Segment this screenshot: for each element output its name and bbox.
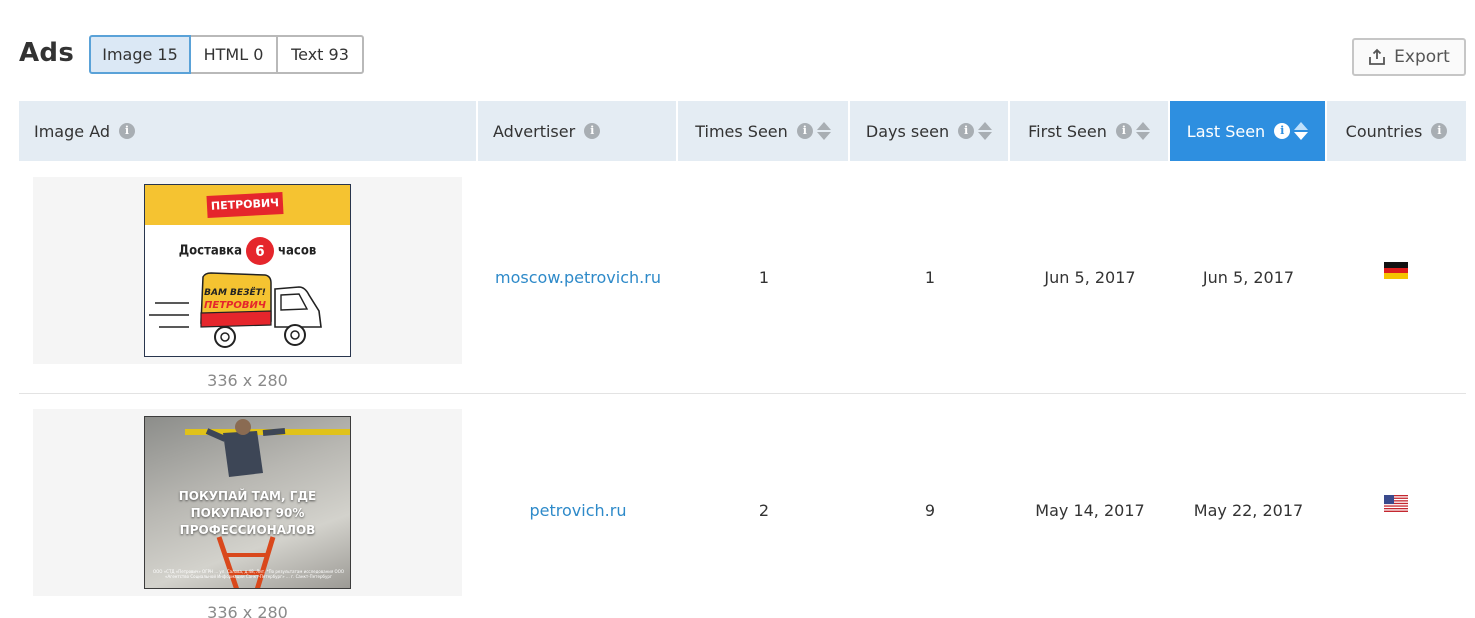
- svg-text:ВАМ ВЕЗЁТ!: ВАМ ВЕЗЁТ!: [204, 287, 266, 298]
- column-label: Days seen: [865, 121, 950, 141]
- tab-image[interactable]: Image 15: [89, 35, 191, 74]
- first-seen-value: May 14, 2017: [1035, 501, 1145, 520]
- column-header-countries: Countries i: [1327, 101, 1466, 161]
- info-icon[interactable]: i: [119, 123, 136, 139]
- ad-image[interactable]: ПОКУПАЙ ТАМ, ГДЕ ПОКУПАЮТ 90% ПРОФЕССИОН…: [144, 416, 351, 589]
- column-label: Advertiser: [493, 121, 576, 141]
- column-header-times-seen[interactable]: Times Seen i: [678, 101, 850, 161]
- info-icon[interactable]: i: [796, 123, 813, 139]
- column-header-days-seen[interactable]: Days seen i: [850, 101, 1010, 161]
- sort-icon[interactable]: [978, 121, 993, 141]
- column-header-image-ad: Image Ad i: [19, 101, 478, 161]
- last-seen-value: Jun 5, 2017: [1202, 268, 1295, 287]
- table-row: ПОКУПАЙ ТАМ, ГДЕ ПОКУПАЮТ 90% ПРОФЕССИОН…: [19, 395, 1466, 618]
- first-seen-value: Jun 5, 2017: [1044, 268, 1136, 287]
- column-header-first-seen[interactable]: First Seen i: [1010, 101, 1170, 161]
- table-row: ПЕТРОВИЧ Доставка 6 часов ВАМ ВЕЗЁТ! ПЕТРО…: [19, 161, 1466, 394]
- column-label: Image Ad: [34, 121, 111, 141]
- advertiser-link[interactable]: moscow.petrovich.ru: [478, 268, 678, 287]
- ad-caption: ПОКУПАЙ ТАМ, ГДЕ ПОКУПАЮТ 90% ПРОФЕССИОН…: [178, 489, 317, 537]
- ad-headline: Доставка 6 часов: [145, 237, 350, 265]
- export-icon: [1369, 48, 1386, 65]
- column-label: Last Seen: [1186, 121, 1266, 141]
- usa-flag-icon: [1384, 495, 1408, 512]
- info-icon[interactable]: i: [1274, 123, 1291, 139]
- ad-logo: ПЕТРОВИЧ: [206, 192, 284, 218]
- delivery-truck-icon: ВАМ ВЕЗЁТ! ПЕТРОВИЧ: [149, 272, 322, 348]
- tab-html[interactable]: HTML 0: [189, 35, 278, 74]
- ad-type-tabs: Image 15 HTML 0 Text 93: [89, 35, 364, 74]
- svg-text:ПЕТРОВИЧ: ПЕТРОВИЧ: [204, 300, 266, 311]
- export-label: Export: [1394, 47, 1450, 67]
- ad-preview-cell: ПЕТРОВИЧ Доставка 6 часов ВАМ ВЕЗЁТ! ПЕТРО…: [33, 177, 462, 364]
- last-seen-value: May 22, 2017: [1193, 501, 1304, 520]
- days-seen-value: 9: [924, 501, 936, 520]
- column-label: Countries: [1345, 121, 1423, 141]
- ad-size-label: 336 x 280: [207, 603, 288, 618]
- ad-headline-pre: Доставка: [178, 243, 242, 259]
- times-seen-value: 1: [758, 268, 770, 287]
- info-icon[interactable]: i: [1115, 123, 1132, 139]
- sort-icon[interactable]: [1294, 121, 1309, 141]
- column-label: First Seen: [1028, 121, 1107, 141]
- ad-legal-text: ООО «СТД «Петрович» ОГРН ... ул. Салова,…: [152, 569, 344, 579]
- info-icon[interactable]: i: [584, 123, 601, 139]
- times-seen-value: 2: [758, 501, 770, 520]
- table-header: Image Ad i Advertiser i Times Seen i Day…: [19, 101, 1466, 161]
- days-seen-value: 1: [924, 268, 936, 287]
- advertiser-link[interactable]: petrovich.ru: [478, 501, 678, 520]
- column-header-last-seen[interactable]: Last Seen i: [1170, 101, 1327, 161]
- column-label: Times Seen: [695, 121, 788, 141]
- column-header-advertiser: Advertiser i: [478, 101, 678, 161]
- export-button[interactable]: Export: [1352, 38, 1466, 76]
- ad-preview-cell: ПОКУПАЙ ТАМ, ГДЕ ПОКУПАЮТ 90% ПРОФЕССИОН…: [33, 409, 462, 596]
- ad-headline-post: часов: [278, 243, 317, 259]
- sort-icon[interactable]: [816, 121, 831, 141]
- tab-text[interactable]: Text 93: [276, 35, 364, 74]
- germany-flag-icon: [1384, 262, 1408, 279]
- info-icon[interactable]: i: [1431, 123, 1448, 139]
- ad-headline-number: 6: [246, 237, 274, 265]
- ad-image[interactable]: ПЕТРОВИЧ Доставка 6 часов ВАМ ВЕЗЁТ! ПЕТРО…: [144, 184, 351, 357]
- ad-size-label: 336 x 280: [207, 371, 288, 390]
- info-icon[interactable]: i: [958, 123, 975, 139]
- sort-icon[interactable]: [1135, 121, 1150, 141]
- page-title: Ads: [19, 38, 75, 68]
